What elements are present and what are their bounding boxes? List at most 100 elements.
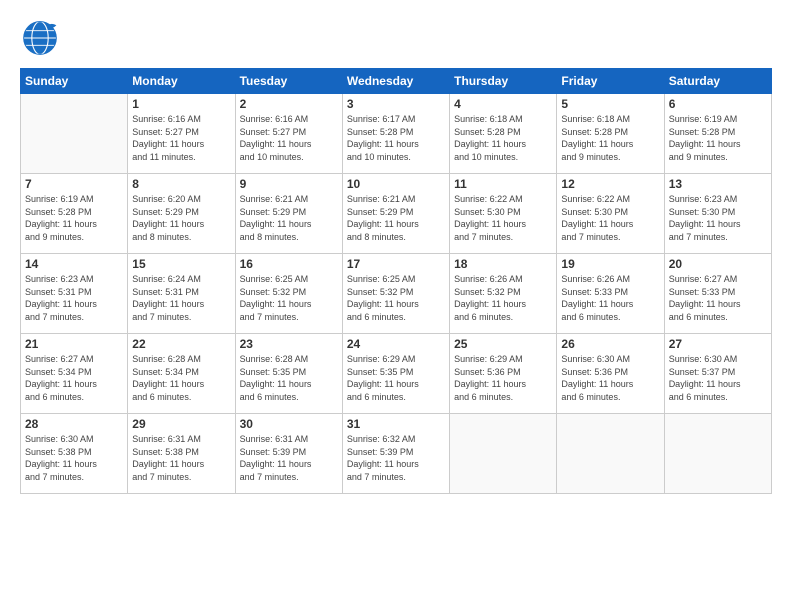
day-number: 12 — [561, 177, 659, 191]
day-number: 31 — [347, 417, 445, 431]
day-number: 2 — [240, 97, 338, 111]
day-header-monday: Monday — [128, 69, 235, 94]
day-info: Sunrise: 6:22 AM Sunset: 5:30 PM Dayligh… — [561, 193, 659, 243]
day-number: 20 — [669, 257, 767, 271]
calendar-cell: 25 Sunrise: 6:29 AM Sunset: 5:36 PM Dayli… — [450, 334, 557, 414]
calendar-cell: 6 Sunrise: 6:19 AM Sunset: 5:28 PM Daylig… — [664, 94, 771, 174]
calendar-cell: 1Sunrise: 6:16 AM Sunset: 5:27 PM Daylig… — [128, 94, 235, 174]
day-info: Sunrise: 6:29 AM Sunset: 5:36 PM Dayligh… — [454, 353, 552, 403]
day-info: Sunrise: 6:30 AM Sunset: 5:37 PM Dayligh… — [669, 353, 767, 403]
day-number: 28 — [25, 417, 123, 431]
day-info: Sunrise: 6:32 AM Sunset: 5:39 PM Dayligh… — [347, 433, 445, 483]
day-info: Sunrise: 6:24 AM Sunset: 5:31 PM Dayligh… — [132, 273, 230, 323]
page: SundayMondayTuesdayWednesdayThursdayFrid… — [0, 0, 792, 612]
calendar-week-row: 7 Sunrise: 6:19 AM Sunset: 5:28 PM Daylig… — [21, 174, 772, 254]
calendar-cell: 5 Sunrise: 6:18 AM Sunset: 5:28 PM Daylig… — [557, 94, 664, 174]
calendar-cell: 11 Sunrise: 6:22 AM Sunset: 5:30 PM Dayli… — [450, 174, 557, 254]
calendar-cell: 27 Sunrise: 6:30 AM Sunset: 5:37 PM Dayli… — [664, 334, 771, 414]
calendar-cell: 29 Sunrise: 6:31 AM Sunset: 5:38 PM Dayli… — [128, 414, 235, 494]
day-info: Sunrise: 6:31 AM Sunset: 5:39 PM Dayligh… — [240, 433, 338, 483]
day-info: Sunrise: 6:20 AM Sunset: 5:29 PM Dayligh… — [132, 193, 230, 243]
day-info: Sunrise: 6:26 AM Sunset: 5:33 PM Dayligh… — [561, 273, 659, 323]
calendar-week-row: 14 Sunrise: 6:23 AM Sunset: 5:31 PM Dayli… — [21, 254, 772, 334]
day-info: Sunrise: 6:22 AM Sunset: 5:30 PM Dayligh… — [454, 193, 552, 243]
day-number: 4 — [454, 97, 552, 111]
day-number: 24 — [347, 337, 445, 351]
day-info: Sunrise: 6:26 AM Sunset: 5:32 PM Dayligh… — [454, 273, 552, 323]
header — [20, 18, 772, 58]
calendar-cell: 17Sunrise: 6:25 AM Sunset: 5:32 PM Dayli… — [342, 254, 449, 334]
calendar-cell: 22 Sunrise: 6:28 AM Sunset: 5:34 PM Dayli… — [128, 334, 235, 414]
calendar-cell — [450, 414, 557, 494]
day-number: 15 — [132, 257, 230, 271]
day-info: Sunrise: 6:16 AM Sunset: 5:27 PM Dayligh… — [132, 113, 230, 163]
day-header-sunday: Sunday — [21, 69, 128, 94]
logo — [20, 18, 64, 58]
day-number: 11 — [454, 177, 552, 191]
day-info: Sunrise: 6:19 AM Sunset: 5:28 PM Dayligh… — [25, 193, 123, 243]
calendar-cell: 12 Sunrise: 6:22 AM Sunset: 5:30 PM Dayli… — [557, 174, 664, 254]
day-info: Sunrise: 6:29 AM Sunset: 5:35 PM Dayligh… — [347, 353, 445, 403]
day-number: 27 — [669, 337, 767, 351]
day-info: Sunrise: 6:27 AM Sunset: 5:34 PM Dayligh… — [25, 353, 123, 403]
calendar-week-row: 28Sunrise: 6:30 AM Sunset: 5:38 PM Dayli… — [21, 414, 772, 494]
day-number: 6 — [669, 97, 767, 111]
day-info: Sunrise: 6:21 AM Sunset: 5:29 PM Dayligh… — [240, 193, 338, 243]
day-info: Sunrise: 6:18 AM Sunset: 5:28 PM Dayligh… — [561, 113, 659, 163]
calendar-cell — [664, 414, 771, 494]
day-header-wednesday: Wednesday — [342, 69, 449, 94]
day-info: Sunrise: 6:23 AM Sunset: 5:30 PM Dayligh… — [669, 193, 767, 243]
day-header-thursday: Thursday — [450, 69, 557, 94]
calendar-cell: 2 Sunrise: 6:16 AM Sunset: 5:27 PM Daylig… — [235, 94, 342, 174]
calendar-cell: 26 Sunrise: 6:30 AM Sunset: 5:36 PM Dayli… — [557, 334, 664, 414]
day-number: 7 — [25, 177, 123, 191]
calendar-cell: 13 Sunrise: 6:23 AM Sunset: 5:30 PM Dayli… — [664, 174, 771, 254]
calendar-cell: 9 Sunrise: 6:21 AM Sunset: 5:29 PM Daylig… — [235, 174, 342, 254]
calendar-cell: 24 Sunrise: 6:29 AM Sunset: 5:35 PM Dayli… — [342, 334, 449, 414]
day-number: 9 — [240, 177, 338, 191]
calendar-cell: 7 Sunrise: 6:19 AM Sunset: 5:28 PM Daylig… — [21, 174, 128, 254]
calendar-cell: 10Sunrise: 6:21 AM Sunset: 5:29 PM Dayli… — [342, 174, 449, 254]
day-number: 10 — [347, 177, 445, 191]
calendar-cell: 14 Sunrise: 6:23 AM Sunset: 5:31 PM Dayli… — [21, 254, 128, 334]
calendar-cell: 18 Sunrise: 6:26 AM Sunset: 5:32 PM Dayli… — [450, 254, 557, 334]
calendar-cell: 19 Sunrise: 6:26 AM Sunset: 5:33 PM Dayli… — [557, 254, 664, 334]
calendar-cell: 30Sunrise: 6:31 AM Sunset: 5:39 PM Dayli… — [235, 414, 342, 494]
calendar-cell: 20 Sunrise: 6:27 AM Sunset: 5:33 PM Dayli… — [664, 254, 771, 334]
day-info: Sunrise: 6:23 AM Sunset: 5:31 PM Dayligh… — [25, 273, 123, 323]
day-number: 18 — [454, 257, 552, 271]
day-number: 19 — [561, 257, 659, 271]
day-number: 8 — [132, 177, 230, 191]
day-number: 5 — [561, 97, 659, 111]
day-info: Sunrise: 6:27 AM Sunset: 5:33 PM Dayligh… — [669, 273, 767, 323]
day-info: Sunrise: 6:25 AM Sunset: 5:32 PM Dayligh… — [240, 273, 338, 323]
day-info: Sunrise: 6:16 AM Sunset: 5:27 PM Dayligh… — [240, 113, 338, 163]
day-number: 23 — [240, 337, 338, 351]
day-info: Sunrise: 6:19 AM Sunset: 5:28 PM Dayligh… — [669, 113, 767, 163]
day-number: 29 — [132, 417, 230, 431]
calendar-cell: 28Sunrise: 6:30 AM Sunset: 5:38 PM Dayli… — [21, 414, 128, 494]
calendar-cell: 16 Sunrise: 6:25 AM Sunset: 5:32 PM Dayli… — [235, 254, 342, 334]
day-info: Sunrise: 6:28 AM Sunset: 5:34 PM Dayligh… — [132, 353, 230, 403]
day-number: 3 — [347, 97, 445, 111]
day-header-friday: Friday — [557, 69, 664, 94]
day-number: 14 — [25, 257, 123, 271]
day-number: 26 — [561, 337, 659, 351]
day-number: 16 — [240, 257, 338, 271]
calendar-cell: 3Sunrise: 6:17 AM Sunset: 5:28 PM Daylig… — [342, 94, 449, 174]
calendar-header-row: SundayMondayTuesdayWednesdayThursdayFrid… — [21, 69, 772, 94]
day-info: Sunrise: 6:28 AM Sunset: 5:35 PM Dayligh… — [240, 353, 338, 403]
day-number: 22 — [132, 337, 230, 351]
calendar-cell: 15 Sunrise: 6:24 AM Sunset: 5:31 PM Dayli… — [128, 254, 235, 334]
calendar-cell: 4Sunrise: 6:18 AM Sunset: 5:28 PM Daylig… — [450, 94, 557, 174]
day-info: Sunrise: 6:31 AM Sunset: 5:38 PM Dayligh… — [132, 433, 230, 483]
day-number: 21 — [25, 337, 123, 351]
calendar-cell: 23 Sunrise: 6:28 AM Sunset: 5:35 PM Dayli… — [235, 334, 342, 414]
day-info: Sunrise: 6:30 AM Sunset: 5:36 PM Dayligh… — [561, 353, 659, 403]
day-number: 13 — [669, 177, 767, 191]
calendar-week-row: 1Sunrise: 6:16 AM Sunset: 5:27 PM Daylig… — [21, 94, 772, 174]
calendar-table: SundayMondayTuesdayWednesdayThursdayFrid… — [20, 68, 772, 494]
day-number: 25 — [454, 337, 552, 351]
calendar-cell: 21 Sunrise: 6:27 AM Sunset: 5:34 PM Dayli… — [21, 334, 128, 414]
day-info: Sunrise: 6:25 AM Sunset: 5:32 PM Dayligh… — [347, 273, 445, 323]
